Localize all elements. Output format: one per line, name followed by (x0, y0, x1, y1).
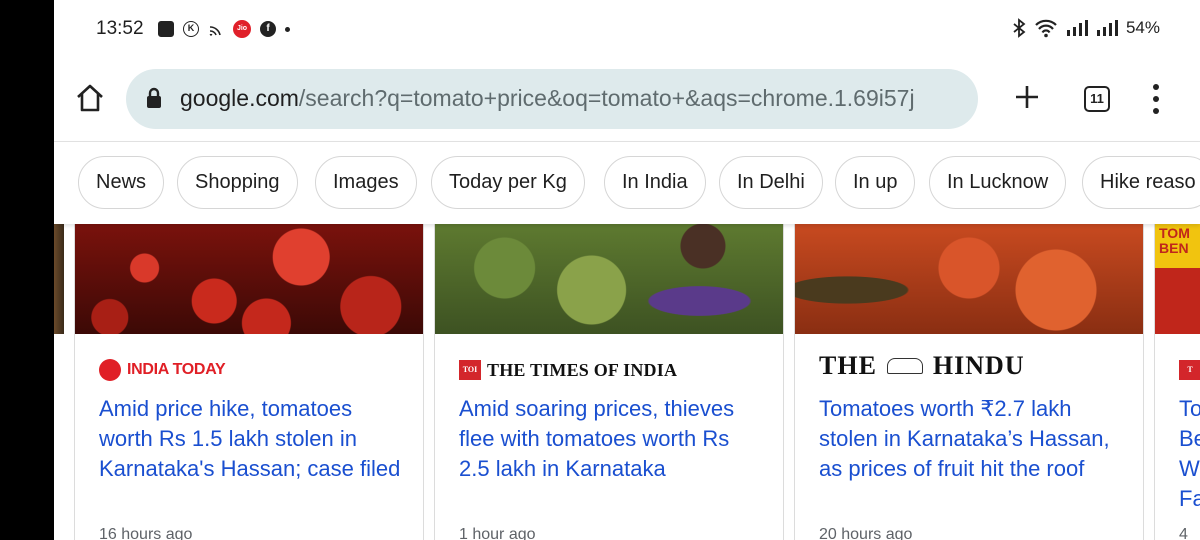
more-notifications-dot (285, 26, 290, 32)
news-card-partial[interactable]: TOM BEN T To Be W Fa 4 (1154, 224, 1200, 540)
url-path: /search?q=tomato+price&oq=tomato+&aqs=ch… (298, 85, 915, 111)
url-host: google.com (180, 85, 299, 111)
facebook-icon: f (260, 21, 276, 37)
tab-switcher-button[interactable]: 11 (1084, 86, 1110, 112)
notification-icons: K Jio f (158, 20, 290, 38)
status-time: 13:52 (96, 18, 144, 39)
chip-in-india[interactable]: In India (604, 156, 706, 209)
news-thumbnail (75, 224, 423, 334)
chip-in-up[interactable]: In up (835, 156, 916, 209)
chip-hike-reason[interactable]: Hike reaso (1082, 156, 1200, 209)
address-bar[interactable]: google.com/search?q=tomato+price&oq=toma… (126, 69, 978, 129)
url-text[interactable]: google.com/search?q=tomato+price&oq=toma… (180, 85, 915, 112)
thumb-text: TOM BEN (1159, 225, 1190, 256)
toi-logo: TOI (459, 360, 481, 380)
source-name: THE TIMES OF INDIA (487, 359, 678, 380)
previous-card-edge (54, 224, 64, 334)
chip-in-delhi[interactable]: In Delhi (719, 156, 823, 209)
news-source: INDIA TODAY (99, 358, 226, 382)
lock-icon[interactable] (146, 87, 162, 109)
phone-screen: 13:52 K Jio f 54% google.com/search?q=to… (54, 0, 1200, 540)
news-headline[interactable]: To Be W Fa (1179, 394, 1200, 514)
chip-shopping[interactable]: Shopping (177, 156, 298, 209)
chip-news[interactable]: News (78, 156, 165, 209)
bluetooth-icon (1013, 18, 1026, 38)
home-icon[interactable] (74, 82, 106, 114)
news-thumbnail: TOM BEN (1155, 224, 1200, 334)
browser-toolbar: google.com/search?q=tomato+price&oq=toma… (54, 60, 1200, 142)
news-age: 4 (1179, 526, 1188, 540)
news-card-the-hindu[interactable]: THE HINDU Tomatoes worth ₹2.7 lakh stole… (794, 224, 1144, 540)
news-headline[interactable]: Amid soaring prices, thieves flee with t… (459, 394, 765, 484)
news-source: T (1179, 358, 1200, 382)
source-name-right: HINDU (932, 351, 1025, 380)
k-app-icon: K (183, 21, 199, 37)
cast-icon (209, 26, 221, 36)
status-right: 54% (1012, 18, 1160, 38)
chip-today-per-kg[interactable]: Today per Kg (431, 156, 585, 209)
news-headline[interactable]: Tomatoes worth ₹2.7 lakh stolen in Karna… (819, 394, 1125, 484)
news-age: 1 hour ago (459, 526, 536, 540)
more-menu-icon[interactable] (1151, 84, 1161, 114)
jio-icon: Jio (233, 20, 251, 38)
hindu-crest-icon (886, 358, 923, 374)
signal-1-icon (1066, 20, 1088, 36)
chip-images[interactable]: Images (315, 156, 417, 209)
news-age: 20 hours ago (819, 526, 913, 540)
battery-percent: 54% (1125, 18, 1160, 37)
news-thumbnail (435, 224, 783, 334)
new-tab-icon[interactable] (1012, 82, 1042, 112)
search-filter-chips: News Shopping Images Today per Kg In Ind… (54, 142, 1200, 224)
source-name: INDIA TODAY (127, 361, 226, 378)
status-bar: 13:52 K Jio f 54% (54, 0, 1200, 60)
top-stories-carousel: INDIA TODAY Amid price hike, tomatoes wo… (54, 224, 1200, 540)
signal-2-icon (1096, 20, 1118, 36)
india-today-logo (99, 359, 121, 381)
news-source: TOI THE TIMES OF INDIA (459, 358, 677, 382)
news-card-india-today[interactable]: INDIA TODAY Amid price hike, tomatoes wo… (74, 224, 424, 540)
source-name-left: THE (819, 351, 877, 380)
news-card-times-of-india[interactable]: TOI THE TIMES OF INDIA Amid soaring pric… (434, 224, 784, 540)
source-logo: T (1179, 360, 1200, 380)
news-headline[interactable]: Amid price hike, tomatoes worth Rs 1.5 l… (99, 394, 405, 484)
news-source: THE HINDU (819, 351, 1025, 380)
wifi-icon (1035, 19, 1057, 38)
news-age: 16 hours ago (99, 526, 193, 540)
notes-icon (158, 21, 174, 37)
news-thumbnail (795, 224, 1143, 334)
chip-in-lucknow[interactable]: In Lucknow (929, 156, 1067, 209)
